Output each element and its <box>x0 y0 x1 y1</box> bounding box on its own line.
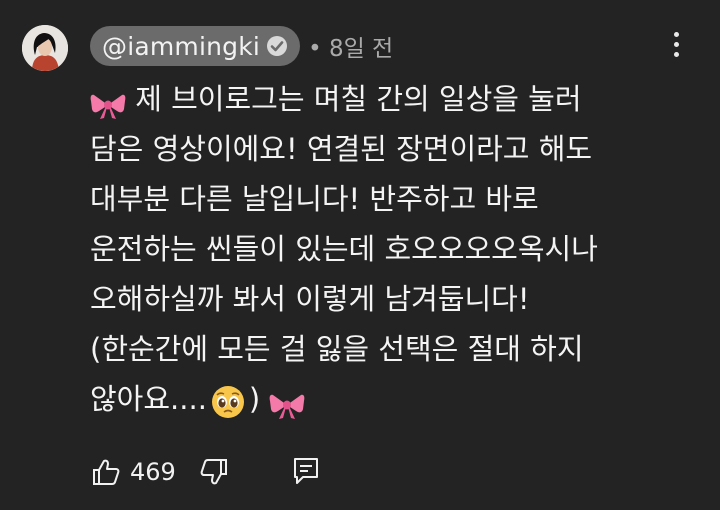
more-vert-icon[interactable] <box>664 32 688 62</box>
comment-text: (한순간에 모든 걸 잃을 선택은 절대 하지 <box>90 332 584 366</box>
ribbon-emoji <box>90 86 126 119</box>
author-avatar[interactable] <box>22 25 68 71</box>
thumbs-up-icon[interactable] <box>90 456 122 488</box>
comment-text: 제 브이로그는 며칠 간의 일상을 눌러 <box>135 82 582 116</box>
comment-text: 대부분 다른 날입니다! 반주하고 바로 <box>90 182 539 216</box>
author-handle[interactable]: @iammingki <box>102 32 260 61</box>
pleading-face-emoji <box>211 384 245 418</box>
comment-text: 오해하실까 봐서 이렇게 남겨둡니다! <box>90 282 530 316</box>
comment-text: 운전하는 씬들이 있는데 호오오오오옥시나 <box>90 232 598 266</box>
comment-body: 제 브이로그는 며칠 간의 일상을 눌러 담은 영상이에요! 연결된 장면이라고… <box>90 74 690 424</box>
ribbon-emoji <box>269 386 305 419</box>
comment-text: ) <box>248 382 261 416</box>
author-handle-pill[interactable]: @iammingki <box>90 26 301 66</box>
comment-header: @iammingki • 8일 전 <box>90 26 393 66</box>
comment-timestamp[interactable]: • 8일 전 <box>308 29 393 63</box>
comment-actions: 469 <box>90 452 230 492</box>
comment-line: 않아요.... ) <box>90 374 690 424</box>
like-count: 469 <box>130 458 176 486</box>
verified-check-icon <box>266 35 288 57</box>
comment-line: 제 브이로그는 며칠 간의 일상을 눌러 <box>90 74 690 124</box>
comment-text: 않아요.... <box>90 382 207 416</box>
comment-text: 담은 영상이에요! 연결된 장면이라고 해도 <box>90 132 593 166</box>
thumbs-down-icon[interactable] <box>198 456 230 488</box>
reply-icon[interactable] <box>290 455 322 487</box>
